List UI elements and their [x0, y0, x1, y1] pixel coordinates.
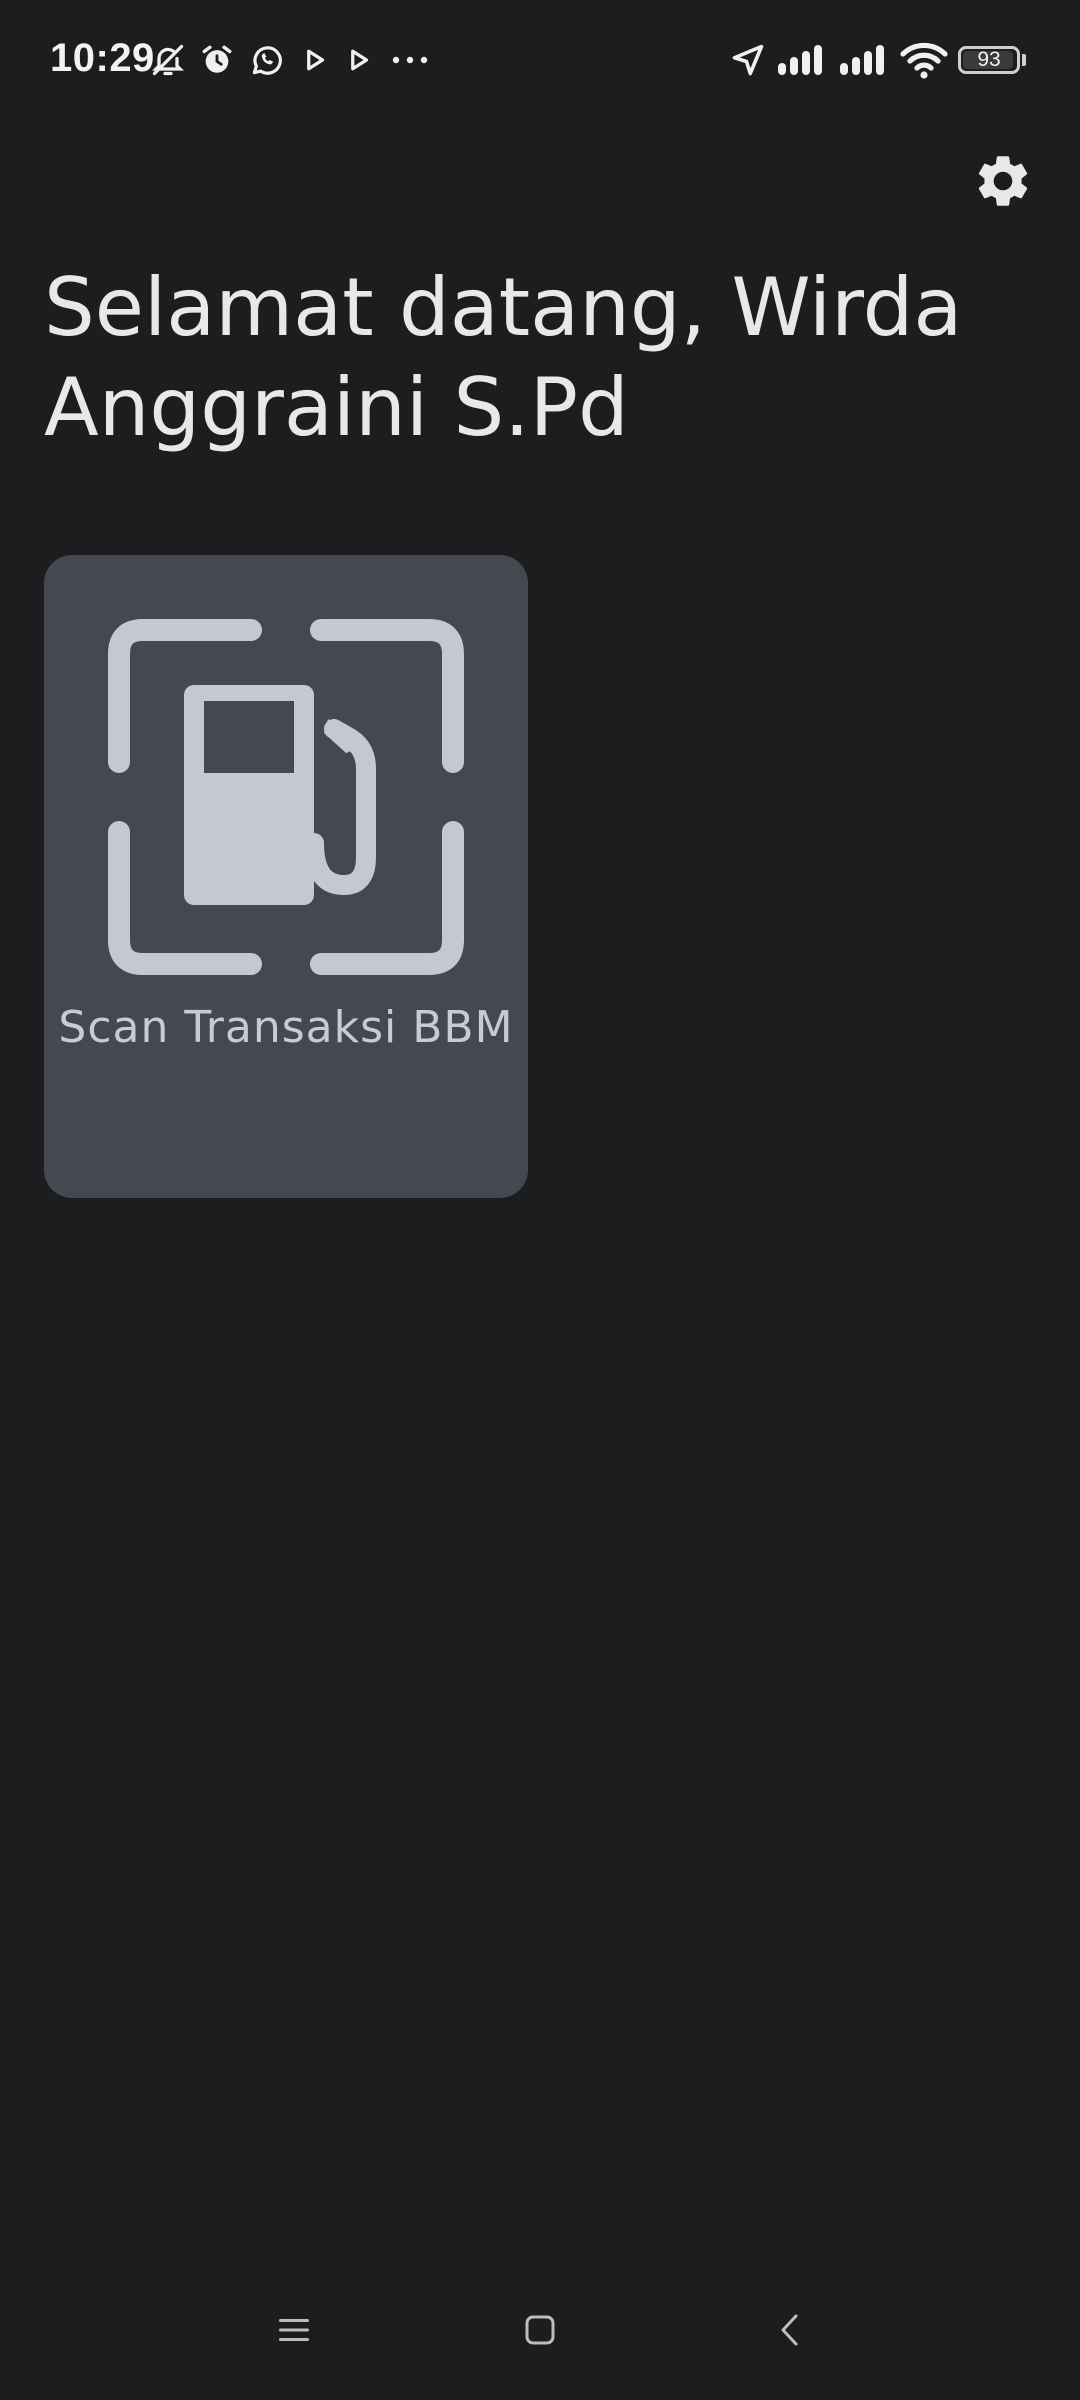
battery-body: 93 — [958, 46, 1020, 74]
recent-apps-button[interactable] — [254, 2290, 334, 2370]
wifi-icon — [900, 42, 948, 79]
battery-icon: 93 — [958, 46, 1026, 74]
fuel-scan-icon — [108, 619, 464, 975]
more-dots-icon — [392, 56, 428, 64]
location-arrow-icon — [732, 44, 764, 76]
signal-icon — [778, 45, 822, 75]
system-icons: 93 — [730, 36, 1026, 84]
play-icon — [307, 49, 325, 71]
signal-icon — [840, 45, 884, 75]
back-button[interactable] — [750, 2290, 830, 2370]
status-bar: 10:29 93 — [0, 0, 1080, 120]
menu-icon — [279, 2319, 309, 2341]
bell-off-icon — [152, 44, 184, 76]
menu-card-label: Scan Transaksi BBM — [58, 1002, 514, 1053]
home-icon — [525, 2315, 555, 2345]
settings-button[interactable] — [972, 150, 1034, 212]
home-button[interactable] — [500, 2290, 580, 2370]
battery-level: 93 — [977, 48, 1001, 71]
alarm-icon — [202, 45, 232, 73]
scan-transaksi-bbm-card[interactable]: Scan Transaksi BBM — [44, 555, 528, 1198]
whatsapp-icon — [252, 46, 282, 75]
battery-tip — [1022, 54, 1026, 66]
app-screen: 10:29 93 Selamat datang, Wirda Anggraini… — [0, 0, 1080, 2400]
gear-icon — [978, 156, 1028, 206]
greeting-title: Selamat datang, Wirda Anggraini S.Pd — [44, 261, 963, 454]
play-icon — [351, 49, 369, 71]
status-time: 10:29 — [50, 36, 155, 80]
back-icon — [781, 2314, 798, 2346]
navigation-bar — [0, 2270, 1080, 2400]
notification-icons — [150, 36, 432, 84]
